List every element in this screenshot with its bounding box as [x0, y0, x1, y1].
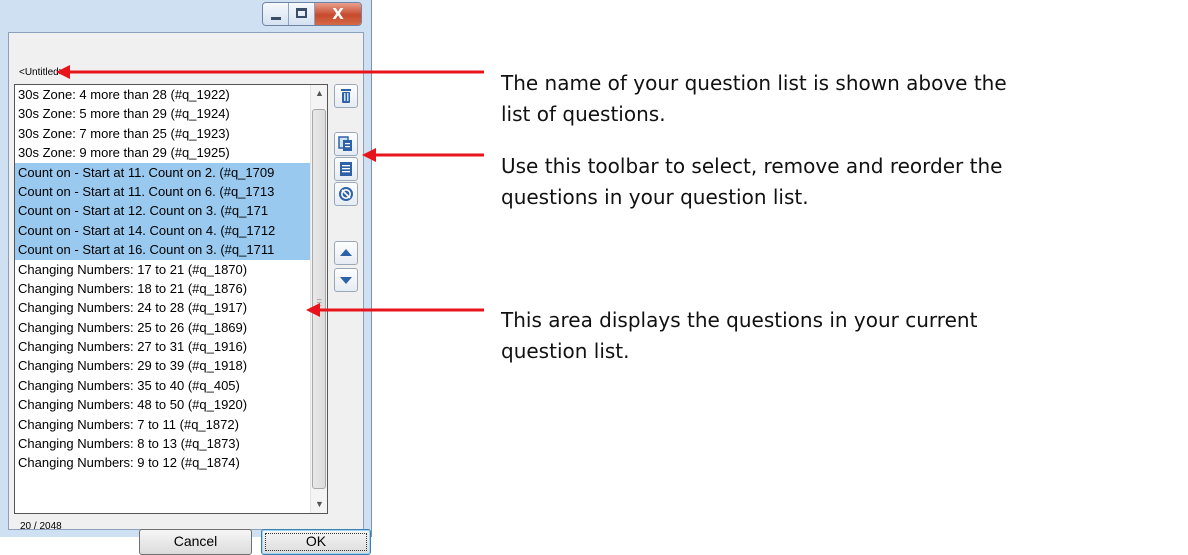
list-item[interactable]: Changing Numbers: 7 to 11 (#q_1872) [15, 415, 311, 434]
list-item[interactable]: Changing Numbers: 24 to 28 (#q_1917) [15, 298, 311, 317]
list-item[interactable]: Changing Numbers: 35 to 40 (#q_405) [15, 376, 311, 395]
note-line: Use this toolbar to select, remove and r… [501, 154, 1003, 178]
maximize-icon [296, 8, 307, 18]
question-rows: 30s Zone: 4 more than 28 (#q_1922) 30s Zo… [15, 85, 311, 473]
list-item[interactable]: Count on - Start at 16. Count on 3. (#q_… [15, 240, 311, 260]
move-down-button[interactable] [334, 268, 358, 292]
select-button[interactable] [334, 157, 358, 181]
arrow-toolbar [362, 148, 484, 162]
note-toolbar: Use this toolbar to select, remove and r… [501, 151, 1181, 213]
remove-button[interactable] [334, 84, 358, 108]
list-item[interactable]: Changing Numbers: 27 to 31 (#q_1916) [15, 337, 311, 356]
vertical-scrollbar[interactable]: ▲ – – – ▼ [310, 85, 327, 513]
list-item[interactable]: Changing Numbers: 48 to 50 (#q_1920) [15, 395, 311, 414]
caption-buttons: X [262, 2, 362, 26]
dialog-window: X <Untitled> 30s Zone: 4 more than 28 (#… [0, 0, 372, 555]
list-item[interactable]: Changing Numbers: 18 to 21 (#q_1876) [15, 279, 311, 298]
list-item[interactable]: Count on - Start at 14. Count on 4. (#q_… [15, 220, 311, 241]
copy-icon [338, 136, 352, 151]
focus-rect [265, 533, 367, 551]
trash-icon [341, 89, 351, 103]
grip-icon: – – – [317, 295, 322, 310]
note-line: questions in your question list. [501, 185, 809, 209]
list-item[interactable]: Count on - Start at 11. Count on 2. (#q_… [15, 162, 311, 182]
scroll-down-arrow-icon[interactable]: ▼ [311, 496, 328, 513]
question-listbox[interactable]: 30s Zone: 4 more than 28 (#q_1922) 30s Zo… [14, 84, 328, 514]
minimize-button[interactable] [263, 3, 289, 25]
dialog-client-area: <Untitled> 30s Zone: 4 more than 28 (#q_… [8, 32, 371, 555]
question-list-name: <Untitled> [19, 67, 65, 78]
note-question-area: This area displays the questions in your… [501, 305, 1181, 367]
minimize-icon [271, 17, 281, 20]
list-item[interactable]: Changing Numbers: 17 to 21 (#q_1870) [15, 260, 311, 279]
paste-icon [340, 162, 352, 176]
note-line: This area displays the questions in your… [501, 308, 978, 332]
list-item[interactable]: Changing Numbers: 29 to 39 (#q_1918) [15, 356, 311, 375]
move-down-icon [340, 277, 352, 284]
scrollbar-thumb[interactable]: – – – [312, 109, 326, 489]
list-item[interactable]: 30s Zone: 7 more than 25 (#q_1923) [15, 124, 311, 143]
note-line: question list. [501, 339, 630, 363]
list-item[interactable]: Changing Numbers: 8 to 13 (#q_1873) [15, 434, 311, 453]
note-line: list of questions. [501, 102, 666, 126]
list-item[interactable]: 30s Zone: 5 more than 29 (#q_1924) [15, 104, 311, 123]
note-list-name: The name of your question list is shown … [501, 68, 1181, 130]
list-item[interactable]: Changing Numbers: 25 to 26 (#q_1869) [15, 318, 311, 337]
move-up-icon [340, 249, 352, 256]
maximize-button[interactable] [289, 3, 315, 25]
cancel-button[interactable]: Cancel [139, 529, 252, 555]
list-item[interactable]: Count on - Start at 11. Count on 6. (#q_… [15, 181, 311, 202]
scroll-up-arrow-icon[interactable]: ▲ [311, 85, 328, 102]
list-item[interactable]: Changing Numbers: 9 to 12 (#q_1874) [15, 453, 311, 472]
list-item[interactable]: 30s Zone: 9 more than 29 (#q_1925) [15, 143, 311, 162]
select-all-button[interactable] [334, 132, 358, 156]
deselect-button[interactable] [334, 182, 358, 206]
ok-button[interactable]: OK [261, 529, 371, 555]
question-count: 20 / 2048 [20, 521, 62, 532]
close-button[interactable]: X [315, 3, 361, 25]
list-item[interactable]: Count on - Start at 12. Count on 3. (#q_… [15, 201, 311, 221]
move-up-button[interactable] [334, 241, 358, 265]
list-item[interactable]: 30s Zone: 4 more than 28 (#q_1922) [15, 85, 311, 104]
note-line: The name of your question list is shown … [501, 71, 1007, 95]
deselect-icon [339, 187, 353, 201]
title-bar: X [0, 0, 372, 32]
close-icon: X [332, 5, 344, 23]
